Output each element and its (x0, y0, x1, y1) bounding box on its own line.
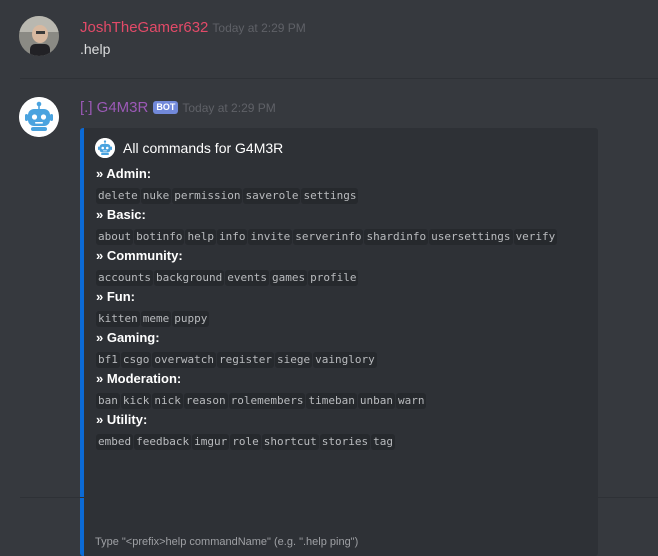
command-code: rolemembers (228, 393, 306, 409)
command-code: shortcut (261, 434, 319, 450)
message-divider (20, 497, 658, 498)
embed-footer: Type "<prefix>help commandName" (e.g. ".… (95, 536, 359, 548)
command-code: register (216, 352, 274, 368)
command-code: overwatch (152, 352, 216, 368)
embed-author-name: All commands for G4M3R (123, 140, 284, 156)
command-code: accounts (96, 270, 153, 286)
embed-field-name: » Fun: (96, 289, 135, 304)
bot-avatar[interactable] (19, 97, 59, 137)
command-code: vainglory (313, 352, 377, 368)
bot-badge: BOT (153, 101, 179, 114)
embed-field-value: bf1 csgo overwatch register siege vainglory (96, 350, 378, 368)
command-code: invite (248, 229, 293, 245)
command-code: siege (274, 352, 313, 368)
command-code: nick (152, 393, 183, 409)
command-code: puppy (172, 311, 210, 327)
command-code: games (269, 270, 308, 286)
embed-field-name: » Community: (96, 248, 183, 263)
command-code: role (230, 434, 261, 450)
command-code: bf1 (96, 352, 120, 368)
command-code: unban (357, 393, 395, 409)
user-avatar[interactable] (19, 16, 59, 56)
message-header: JoshTheGamer632 Today at 2:29 PM (80, 19, 306, 37)
command-code: stories (319, 434, 371, 450)
embed-field-value: ban kick nick reason rolemembers timeban unban… (96, 391, 427, 409)
command-code: warn (395, 393, 427, 409)
command-code: profile (308, 270, 359, 286)
command-code: events (225, 270, 269, 286)
command-code: meme (140, 311, 172, 327)
robot-icon (95, 138, 115, 158)
command-code: info (216, 229, 248, 245)
help-embed: All commands for G4M3R » Admin: delete nuk… (80, 128, 598, 556)
bot-username[interactable]: [.] G4M3R (80, 99, 148, 116)
command-code: kick (120, 393, 152, 409)
command-code: timeban (306, 393, 357, 409)
command-code: permission (172, 188, 243, 204)
embed-field-name: » Admin: (96, 166, 152, 181)
embed-field-value: kitten meme puppy (96, 309, 210, 327)
embed-field-value: about botinfo help info invite serverinfo shar… (96, 227, 558, 245)
embed-field-value: accounts background events games profile (96, 268, 359, 286)
command-code: embed (96, 434, 134, 450)
command-code: reason (183, 393, 228, 409)
message-timestamp: Today at 2:29 PM (182, 101, 276, 115)
command-code: saverole (243, 188, 301, 204)
command-code: shardinfo (364, 229, 429, 245)
robot-icon (19, 97, 59, 137)
username[interactable]: JoshTheGamer632 (80, 19, 208, 36)
command-code: verify (513, 229, 558, 245)
user-avatar-image (19, 16, 59, 56)
message-content: .help (80, 41, 111, 57)
command-code: usersettings (429, 229, 513, 245)
embed-field-name: » Basic: (96, 207, 146, 222)
embed-field-value: embed feedback imgur role shortcut stories tag (96, 432, 396, 450)
message-header: [.] G4M3R BOT Today at 2:29 PM (80, 99, 276, 117)
command-code: nuke (140, 188, 172, 204)
message-user: JoshTheGamer632 Today at 2:29 PM .help (0, 0, 658, 80)
command-code: about (96, 229, 134, 245)
message-bot: [.] G4M3R BOT Today at 2:29 PM All command (0, 80, 658, 556)
command-code: delete (96, 188, 140, 204)
command-code: background (153, 270, 225, 286)
command-code: settings (301, 188, 359, 204)
command-code: serverinfo (293, 229, 364, 245)
message-timestamp: Today at 2:29 PM (212, 21, 306, 35)
command-code: imgur (192, 434, 230, 450)
command-code: help (185, 229, 216, 245)
command-code: feedback (134, 434, 192, 450)
command-code: tag (371, 434, 395, 450)
embed-field-name: » Gaming: (96, 330, 160, 345)
message-divider (20, 78, 658, 79)
embed-field-name: » Moderation: (96, 371, 182, 386)
command-code: kitten (96, 311, 140, 327)
command-code: botinfo (134, 229, 185, 245)
embed-field-name: » Utility: (96, 412, 148, 427)
command-code: csgo (120, 352, 152, 368)
command-code: ban (96, 393, 120, 409)
embed-field-value: delete nuke permission saverole settings (96, 186, 359, 204)
